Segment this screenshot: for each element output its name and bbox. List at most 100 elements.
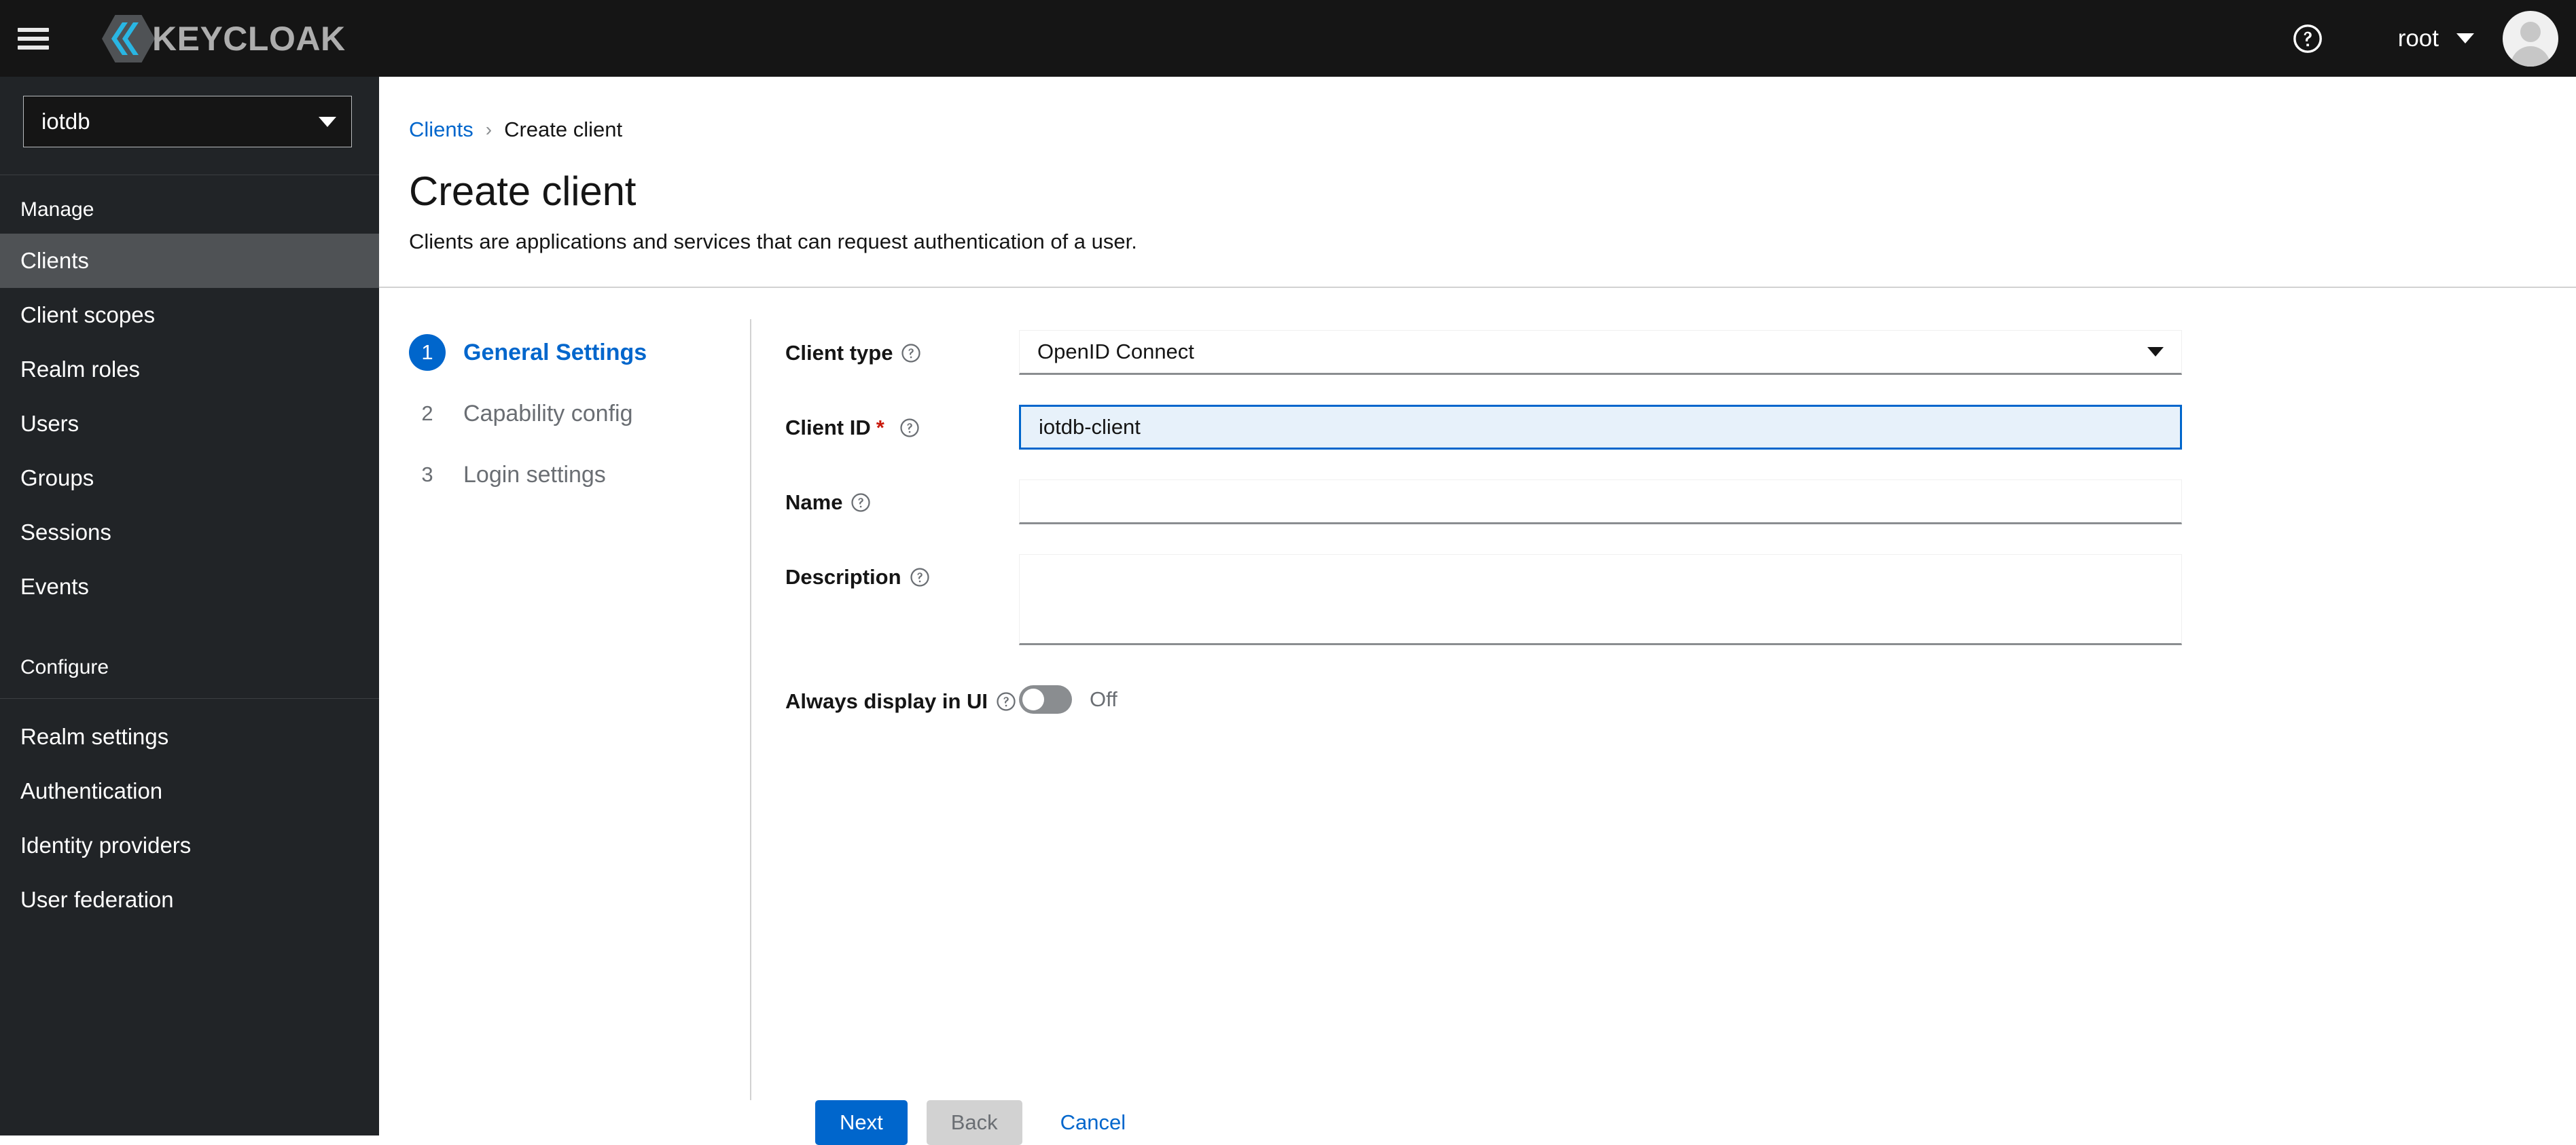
step-number: 3 bbox=[421, 462, 433, 486]
step-label: Login settings bbox=[463, 461, 606, 488]
masthead-actions: root bbox=[2292, 10, 2558, 67]
page-subtitle: Clients are applications and services th… bbox=[409, 230, 1137, 253]
name-input[interactable] bbox=[1019, 479, 2182, 524]
cancel-button[interactable]: Cancel bbox=[1047, 1100, 1140, 1145]
sidebar-item-sessions[interactable]: Sessions bbox=[0, 505, 379, 560]
sidebar-item-label: Groups bbox=[20, 465, 94, 490]
client-type-control: OpenID Connect bbox=[1019, 330, 2182, 375]
field-row-client-type: Client type OpenID Connect bbox=[785, 330, 2576, 375]
step-label: Capability config bbox=[463, 400, 633, 426]
avatar[interactable] bbox=[2503, 10, 2558, 67]
breadcrumb-link-clients[interactable]: Clients bbox=[409, 117, 473, 142]
sidebar-item-clients[interactable]: Clients bbox=[0, 234, 379, 288]
sidebar-item-label: Realm roles bbox=[20, 357, 141, 382]
general-settings-form: Client type OpenID Connect Client ID * i… bbox=[751, 319, 2576, 1100]
sidebar-item-label: User federation bbox=[20, 887, 174, 912]
wizard-footer: Next Back Cancel bbox=[379, 1100, 2576, 1145]
sidebar-item-authentication[interactable]: Authentication bbox=[0, 764, 379, 818]
sidebar-item-identity-providers[interactable]: Identity providers bbox=[0, 818, 379, 873]
wizard-step-capability-config[interactable]: 2 Capability config bbox=[409, 395, 750, 432]
sidebar-item-label: Sessions bbox=[20, 520, 111, 545]
sidebar-item-label: Users bbox=[20, 411, 79, 436]
hamburger-bar bbox=[18, 45, 49, 50]
page-title: Create client bbox=[409, 168, 637, 214]
help-circle-icon[interactable] bbox=[996, 691, 1016, 712]
wizard-step-nav: 1 General Settings 2 Capability config 3… bbox=[379, 319, 751, 1100]
breadcrumb-separator-icon: › bbox=[485, 119, 493, 140]
client-type-label: Client type bbox=[785, 341, 893, 365]
always-display-label-wrap: Always display in UI bbox=[785, 678, 1019, 714]
description-textarea[interactable] bbox=[1019, 554, 2182, 645]
wizard-step-login-settings[interactable]: 3 Login settings bbox=[409, 456, 750, 493]
hamburger-bar bbox=[18, 36, 49, 41]
sidebar-item-label: Realm settings bbox=[20, 724, 169, 749]
client-id-label: Client ID bbox=[785, 416, 871, 439]
breadcrumb: Clients › Create client bbox=[409, 117, 2576, 142]
hamburger-icon[interactable] bbox=[16, 25, 49, 52]
realm-selector-container: iotdb bbox=[0, 77, 379, 175]
client-type-label-wrap: Client type bbox=[785, 330, 1019, 375]
toggle-knob bbox=[1022, 689, 1044, 710]
brand-logo[interactable]: KEYCLOAK bbox=[102, 14, 346, 64]
help-circle-icon[interactable] bbox=[901, 343, 921, 363]
next-button[interactable]: Next bbox=[815, 1100, 908, 1145]
breadcrumb-current: Create client bbox=[504, 117, 623, 141]
client-type-select[interactable]: OpenID Connect bbox=[1019, 330, 2182, 375]
help-circle-icon[interactable] bbox=[851, 492, 871, 513]
step-number: 2 bbox=[421, 401, 433, 425]
field-row-description: Description bbox=[785, 554, 2576, 649]
sidebar-item-user-federation[interactable]: User federation bbox=[0, 873, 379, 927]
brand-text: KEYCLOAK bbox=[152, 19, 346, 58]
back-button[interactable]: Back bbox=[926, 1100, 1022, 1145]
required-indicator: * bbox=[876, 416, 884, 439]
step-label: General Settings bbox=[463, 339, 647, 365]
masthead: KEYCLOAK root bbox=[0, 0, 2576, 77]
step-number: 1 bbox=[409, 334, 446, 371]
name-label-wrap: Name bbox=[785, 479, 1019, 524]
client-id-input[interactable] bbox=[1019, 405, 2182, 450]
sidebar-item-groups[interactable]: Groups bbox=[0, 451, 379, 505]
sidebar-item-realm-roles[interactable]: Realm roles bbox=[0, 342, 379, 397]
realm-selected-value: iotdb bbox=[41, 109, 90, 134]
main-content: Clients › Create client Create client Cl… bbox=[379, 77, 2576, 1145]
sidebar-item-label: Authentication bbox=[20, 778, 163, 803]
sidebar-item-users[interactable]: Users bbox=[0, 397, 379, 451]
always-display-toggle[interactable] bbox=[1019, 685, 1072, 714]
sidebar-item-label: Events bbox=[20, 574, 89, 599]
nav-section-manage-title: Manage bbox=[20, 198, 94, 221]
name-control bbox=[1019, 479, 2182, 524]
realm-selector[interactable]: iotdb bbox=[23, 96, 352, 147]
sidebar-item-label: Client scopes bbox=[20, 302, 156, 327]
client-id-label-wrap: Client ID * bbox=[785, 405, 1019, 450]
sidebar-item-label: Clients bbox=[20, 248, 89, 273]
hamburger-bar bbox=[18, 27, 49, 32]
name-label: Name bbox=[785, 490, 843, 514]
sidebar-item-client-scopes[interactable]: Client scopes bbox=[0, 288, 379, 342]
help-circle-icon[interactable] bbox=[910, 567, 930, 587]
sidebar: iotdb Manage Clients Client scopes Realm… bbox=[0, 77, 379, 1135]
nav-divider bbox=[0, 698, 379, 699]
client-id-control bbox=[1019, 405, 2182, 450]
field-row-always-display: Always display in UI Off bbox=[785, 678, 2576, 714]
field-row-client-id: Client ID * bbox=[785, 405, 2576, 450]
wizard-step-general-settings[interactable]: 1 General Settings bbox=[409, 334, 750, 371]
help-circle-icon[interactable] bbox=[899, 418, 920, 438]
username-label[interactable]: root bbox=[2398, 25, 2439, 52]
description-label-wrap: Description bbox=[785, 554, 1019, 649]
always-display-control: Off bbox=[1019, 678, 2182, 714]
description-label: Description bbox=[785, 565, 901, 589]
always-display-state-label: Off bbox=[1090, 687, 1117, 711]
sidebar-item-events[interactable]: Events bbox=[0, 560, 379, 614]
always-display-label: Always display in UI bbox=[785, 689, 988, 713]
help-circle-icon[interactable] bbox=[2292, 23, 2323, 54]
description-control bbox=[1019, 554, 2182, 649]
sidebar-item-label: Identity providers bbox=[20, 833, 192, 858]
create-client-wizard: 1 General Settings 2 Capability config 3… bbox=[379, 288, 2576, 1100]
chevron-down-icon bbox=[319, 116, 336, 127]
sidebar-item-realm-settings[interactable]: Realm settings bbox=[0, 710, 379, 764]
page-header: Clients › Create client Create client Cl… bbox=[379, 77, 2576, 254]
client-type-selected-value: OpenID Connect bbox=[1037, 340, 1194, 363]
keycloak-logo-icon bbox=[102, 14, 155, 62]
chevron-down-icon[interactable] bbox=[2456, 33, 2474, 43]
